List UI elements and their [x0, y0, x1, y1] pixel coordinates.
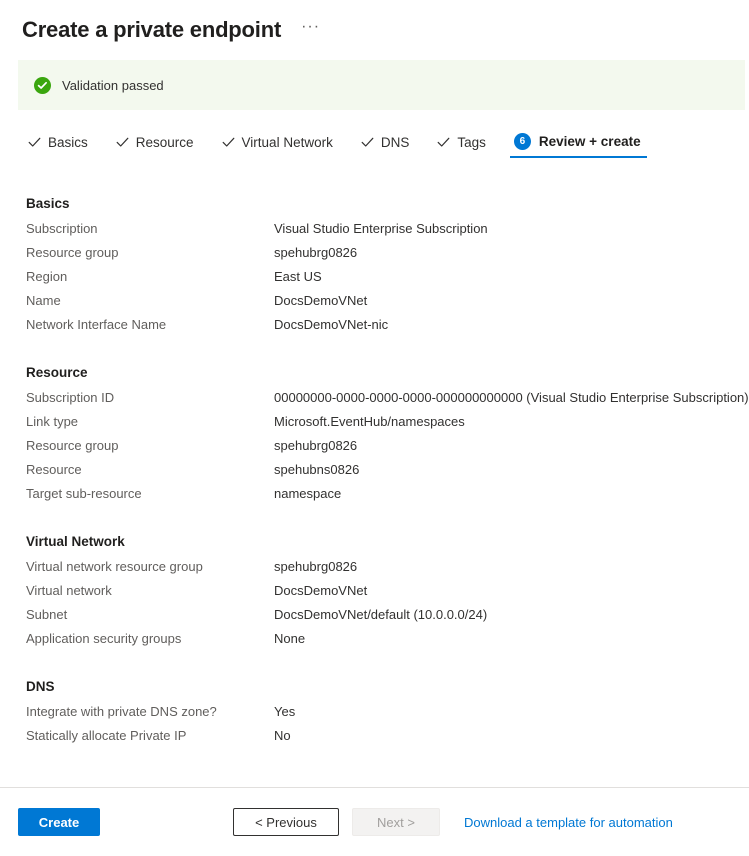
row-label: Target sub-resource — [26, 486, 274, 501]
row-label: Integrate with private DNS zone? — [26, 704, 274, 719]
previous-button[interactable]: < Previous — [233, 808, 339, 836]
next-button: Next > — [352, 808, 440, 836]
row-value: Microsoft.EventHub/namespaces — [274, 414, 465, 429]
section-heading: Virtual Network — [0, 518, 749, 559]
row-label: Resource group — [26, 438, 274, 453]
tab-label: DNS — [381, 135, 410, 150]
tab-review-create[interactable]: 6 Review + create — [508, 133, 653, 158]
summary-row: Integrate with private DNS zone? Yes — [0, 704, 749, 728]
step-number-badge: 6 — [514, 133, 531, 150]
check-icon — [437, 136, 450, 149]
tab-label: Virtual Network — [242, 135, 333, 150]
row-value: DocsDemoVNet-nic — [274, 317, 388, 332]
validation-banner-text: Validation passed — [62, 78, 164, 93]
row-value: DocsDemoVNet/default (10.0.0.0/24) — [274, 607, 487, 622]
row-value: DocsDemoVNet — [274, 293, 367, 308]
row-label: Virtual network resource group — [26, 559, 274, 574]
row-label: Network Interface Name — [26, 317, 274, 332]
check-icon — [28, 136, 41, 149]
row-value: Yes — [274, 704, 295, 719]
row-label: Subscription ID — [26, 390, 274, 405]
summary-row: Region East US — [0, 269, 749, 293]
row-value: namespace — [274, 486, 341, 501]
row-label: Subnet — [26, 607, 274, 622]
tab-resource[interactable]: Resource — [110, 135, 206, 158]
row-label: Virtual network — [26, 583, 274, 598]
section-heading: Basics — [0, 180, 749, 221]
tab-basics[interactable]: Basics — [22, 135, 100, 158]
row-label: Name — [26, 293, 274, 308]
footer-actions: Create < Previous Next > Download a temp… — [0, 788, 749, 856]
tab-virtual-network[interactable]: Virtual Network — [216, 135, 345, 158]
summary-row: Subscription Visual Studio Enterprise Su… — [0, 221, 749, 245]
summary-row: Subnet DocsDemoVNet/default (10.0.0.0/24… — [0, 607, 749, 631]
row-value: No — [274, 728, 291, 743]
row-value: DocsDemoVNet — [274, 583, 367, 598]
summary-row: Resource spehubns0826 — [0, 462, 749, 486]
summary-row: Link type Microsoft.EventHub/namespaces — [0, 414, 749, 438]
row-label: Application security groups — [26, 631, 274, 646]
wizard-tabs: Basics Resource Virtual Network DNS — [22, 133, 663, 158]
summary-row: Virtual network resource group spehubrg0… — [0, 559, 749, 583]
download-template-link[interactable]: Download a template for automation — [464, 815, 673, 830]
row-value: East US — [274, 269, 322, 284]
summary-row: Resource group spehubrg0826 — [0, 245, 749, 269]
tab-dns[interactable]: DNS — [355, 135, 422, 158]
summary-row: Resource group spehubrg0826 — [0, 438, 749, 462]
summary-row: Network Interface Name DocsDemoVNet-nic — [0, 317, 749, 341]
section-virtual-network: Virtual Network Virtual network resource… — [0, 518, 749, 655]
summary-row: Target sub-resource namespace — [0, 486, 749, 510]
check-icon — [116, 136, 129, 149]
page-title: Create a private endpoint — [22, 15, 281, 45]
row-value: 00000000-0000-0000-0000-000000000000 (Vi… — [274, 390, 749, 405]
summary-row: Virtual network DocsDemoVNet — [0, 583, 749, 607]
review-summary: Basics Subscription Visual Studio Enterp… — [0, 180, 749, 760]
validation-banner: Validation passed — [18, 60, 745, 110]
row-label: Link type — [26, 414, 274, 429]
create-button[interactable]: Create — [18, 808, 100, 836]
tab-label: Basics — [48, 135, 88, 150]
section-dns: DNS Integrate with private DNS zone? Yes… — [0, 663, 749, 752]
row-value: None — [274, 631, 305, 646]
row-value: spehubrg0826 — [274, 559, 357, 574]
row-label: Subscription — [26, 221, 274, 236]
row-label: Resource — [26, 462, 274, 477]
summary-row: Subscription ID 00000000-0000-0000-0000-… — [0, 390, 749, 414]
tab-label: Resource — [136, 135, 194, 150]
row-value: spehubrg0826 — [274, 245, 357, 260]
summary-row: Statically allocate Private IP No — [0, 728, 749, 752]
check-circle-icon — [34, 77, 51, 94]
summary-row: Name DocsDemoVNet — [0, 293, 749, 317]
check-icon — [361, 136, 374, 149]
row-value: Visual Studio Enterprise Subscription — [274, 221, 488, 236]
check-icon — [222, 136, 235, 149]
section-resource: Resource Subscription ID 00000000-0000-0… — [0, 349, 749, 510]
section-heading: DNS — [0, 663, 749, 704]
summary-row: Application security groups None — [0, 631, 749, 655]
more-options-icon[interactable]: ··· — [297, 18, 324, 42]
row-value: spehubrg0826 — [274, 438, 357, 453]
row-label: Resource group — [26, 245, 274, 260]
tab-label: Tags — [457, 135, 486, 150]
validation-banner-content: Validation passed — [18, 77, 164, 94]
section-basics: Basics Subscription Visual Studio Enterp… — [0, 180, 749, 341]
row-label: Statically allocate Private IP — [26, 728, 274, 743]
section-heading: Resource — [0, 349, 749, 390]
tab-tags[interactable]: Tags — [431, 135, 498, 158]
row-value: spehubns0826 — [274, 462, 359, 477]
page-header: Create a private endpoint ··· — [0, 0, 749, 50]
row-label: Region — [26, 269, 274, 284]
tab-label: Review + create — [539, 134, 641, 149]
